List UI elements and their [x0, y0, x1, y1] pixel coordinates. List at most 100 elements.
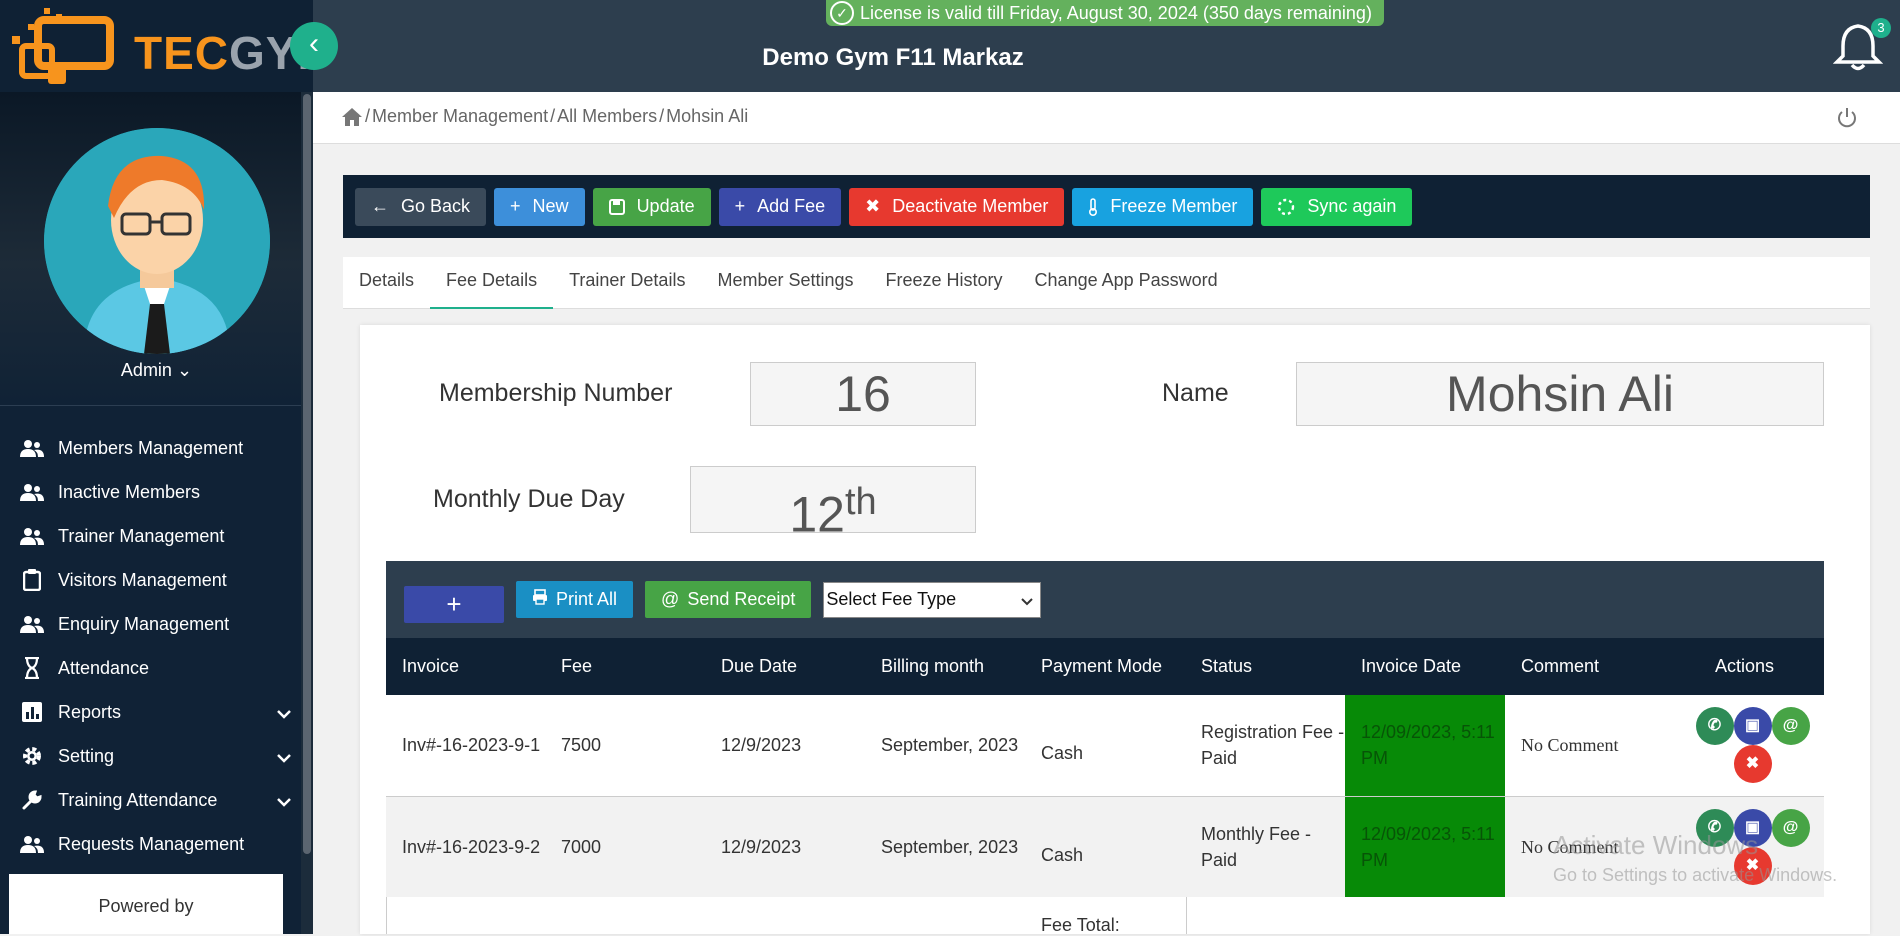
users-icon [18, 525, 46, 547]
nav-label: Members Management [58, 437, 244, 458]
fee-toolbar: + Print All @ Send Receipt Select Fee Typ… [386, 561, 1824, 638]
hourglass-icon [18, 657, 46, 679]
billing-month-cell: September, 2023 [865, 796, 1025, 898]
printer-icon [532, 589, 548, 610]
chevron-down-icon [277, 791, 291, 812]
tab-change-app-password[interactable]: Change App Password [1019, 257, 1234, 309]
breadcrumb-current: Mohsin Ali [666, 106, 749, 126]
breadcrumb-separator: / [659, 106, 665, 126]
col-fee: Fee [545, 638, 705, 695]
go-back-button[interactable]: ← Go Back [355, 187, 487, 226]
close-icon: ✖ [865, 196, 881, 216]
tab-fee-details[interactable]: Fee Details [430, 257, 554, 309]
nav-reports[interactable]: Reports [0, 690, 313, 734]
send-receipt-button[interactable]: @ Send Receipt [645, 581, 812, 618]
sync-label: Sync again [1307, 196, 1397, 216]
invoice-cell: Inv#-16-2023-9-1 [386, 695, 545, 797]
fee-total-label: Fee Total: [1041, 915, 1120, 935]
member-toolbar: ← Go Back + New Update + Add Fee ✖ Deactivat… [343, 175, 1870, 238]
breadcrumb-all-members[interactable]: All Members [557, 106, 657, 127]
billing-month-cell: September, 2023 [865, 695, 1025, 797]
chevron-down-icon [277, 703, 291, 724]
cash-icon[interactable]: ▣ [1733, 707, 1772, 746]
col-billing-month: Billing month [865, 638, 1025, 695]
divider [1186, 897, 1187, 934]
invoice-cell: Inv#-16-2023-9-2 [386, 796, 545, 898]
logo-bar: TECGYM [0, 0, 336, 92]
nav-setting[interactable]: Setting [0, 734, 313, 778]
gym-title: Demo Gym F11 Markaz [762, 44, 1024, 71]
freeze-label: Freeze Member [1110, 196, 1238, 216]
sidebar-scrollbar[interactable] [301, 92, 313, 934]
new-button[interactable]: + New [494, 187, 585, 226]
add-fee-button[interactable]: + Add Fee [718, 187, 842, 226]
nav-inactive-members[interactable]: Inactive Members [0, 470, 313, 514]
chevron-left-icon: ‹ [309, 27, 319, 60]
member-name-value: Mohsin Ali [1296, 362, 1824, 426]
fee-total-row: Fee Total: [386, 897, 1824, 935]
nav-members-management[interactable]: Members Management [0, 426, 313, 470]
whatsapp-icon[interactable]: ✆ [1695, 707, 1734, 746]
scrollbar-thumb[interactable] [303, 94, 311, 854]
user-avatar-icon [44, 128, 270, 354]
save-icon [608, 198, 625, 215]
invoice-date-cell: 12/09/2023, 5:11 PM [1345, 796, 1505, 898]
home-icon[interactable] [341, 107, 363, 127]
update-button[interactable]: Update [592, 187, 711, 226]
fee-type-select[interactable]: Select Fee Type [823, 581, 1042, 618]
users-icon [18, 613, 46, 635]
delete-icon[interactable]: ✖ [1733, 745, 1772, 784]
watermark-title: Activate Windows [1553, 830, 1759, 860]
print-all-label: Print All [556, 589, 618, 609]
wrench-icon [18, 789, 46, 811]
payment-mode-cell: Cash [1025, 796, 1185, 898]
due-day-number: 12 [789, 486, 845, 543]
sidebar: TECGYM Admin ⌄ Members Management Inacti… [0, 0, 336, 934]
chevron-down-icon: ⌄ [176, 360, 193, 380]
status-cell: Monthly Fee - Paid [1185, 796, 1345, 898]
nav-attendance[interactable]: Attendance [0, 646, 313, 690]
breadcrumb: / Member Management / All Members / Mohs… [341, 106, 748, 127]
tab-trainer-details[interactable]: Trainer Details [553, 257, 701, 309]
go-back-label: Go Back [401, 196, 471, 216]
nav-visitors-management[interactable]: Visitors Management [0, 558, 313, 602]
users-icon [18, 481, 46, 503]
nav-requests-management[interactable]: Requests Management [0, 822, 313, 866]
comment-cell: No Comment [1505, 695, 1665, 797]
invoice-date-cell: 12/09/2023, 5:11 PM [1345, 695, 1505, 797]
sidebar-collapse-button[interactable]: ‹ [290, 22, 338, 70]
check-circle-icon: ✓ [830, 1, 854, 25]
col-comment: Comment [1505, 638, 1665, 695]
print-all-button[interactable]: Print All [516, 581, 634, 618]
nav-training-attendance[interactable]: Training Attendance [0, 778, 313, 822]
breadcrumb-member-management[interactable]: Member Management [372, 106, 548, 127]
nav-trainer-management[interactable]: Trainer Management [0, 514, 313, 558]
due-date-cell: 12/9/2023 [705, 796, 865, 898]
col-invoice-date: Invoice Date [1345, 638, 1505, 695]
plus-icon: + [734, 196, 746, 216]
at-icon: @ [661, 589, 680, 609]
tab-details[interactable]: Details [343, 257, 430, 309]
tab-member-settings[interactable]: Member Settings [701, 257, 869, 309]
admin-menu[interactable]: Admin ⌄ [0, 360, 313, 381]
table-row: Inv#-16-2023-9-1 7500 12/9/2023 Septembe… [386, 695, 1824, 797]
sync-again-button[interactable]: Sync again [1261, 187, 1413, 226]
license-text: License is valid till Friday, August 30,… [860, 2, 1372, 23]
deactivate-member-button[interactable]: ✖ Deactivate Member [849, 187, 1065, 226]
table-header-row: Invoice Fee Due Date Billing month Payme… [386, 638, 1824, 695]
freeze-member-button[interactable]: Freeze Member [1072, 187, 1254, 226]
fee-type-select-value: Select Fee Type [826, 589, 957, 609]
nav-enquiry-management[interactable]: Enquiry Management [0, 602, 313, 646]
chevron-down-icon [1020, 591, 1034, 612]
chart-icon [18, 701, 46, 723]
monthly-due-day-value: 12th [690, 466, 976, 543]
power-icon[interactable] [1835, 106, 1859, 130]
tab-freeze-history[interactable]: Freeze History [870, 257, 1019, 309]
col-status: Status [1185, 638, 1345, 695]
avatar[interactable] [44, 128, 270, 354]
email-icon[interactable]: @ [1771, 707, 1810, 746]
add-fee-label: Add Fee [757, 196, 826, 216]
clipboard-icon [18, 569, 46, 591]
profile-panel: Admin ⌄ [0, 92, 313, 406]
add-fee-row-button[interactable]: + [404, 586, 504, 623]
